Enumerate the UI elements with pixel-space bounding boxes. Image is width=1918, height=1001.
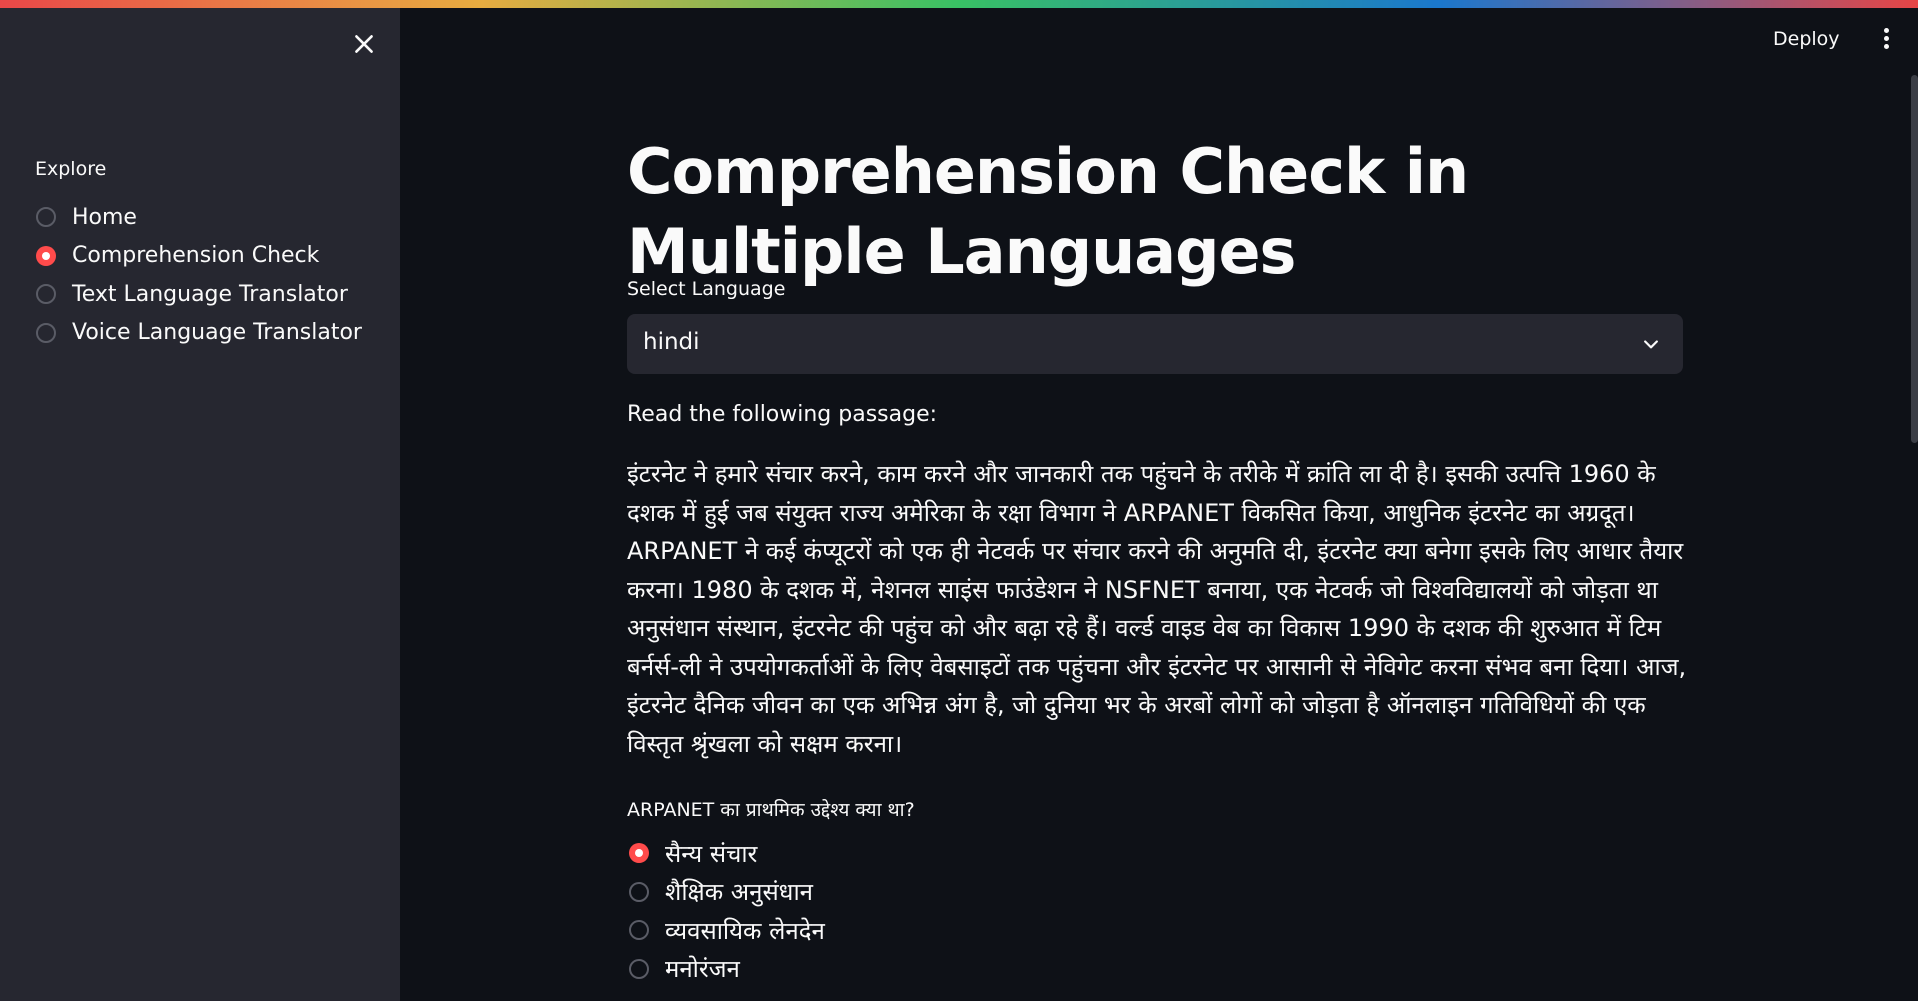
language-select[interactable]: hindi bbox=[627, 314, 1683, 374]
sidebar-item-home[interactable]: Home bbox=[36, 198, 362, 237]
answer-option-2[interactable]: शैक्षिक अनुसंधान bbox=[629, 873, 825, 912]
sidebar-section-label: Explore bbox=[35, 158, 107, 180]
kebab-menu-icon[interactable] bbox=[1880, 28, 1892, 52]
answer-option-1[interactable]: सैन्य संचार bbox=[629, 834, 825, 873]
sidebar-item-text-language-translator[interactable]: Text Language Translator bbox=[36, 275, 362, 314]
question-text: ARPANET का प्राथमिक उद्देश्य क्या था? bbox=[627, 799, 915, 821]
sidebar-nav-radio-group: Home Comprehension Check Text Language T… bbox=[36, 198, 362, 352]
sidebar-item-voice-language-translator[interactable]: Voice Language Translator bbox=[36, 314, 362, 353]
close-sidebar-button[interactable] bbox=[351, 31, 377, 57]
answer-option-label: मनोरंजन bbox=[665, 955, 740, 984]
answer-option-label: व्यवसायिक लेनदेन bbox=[665, 916, 825, 945]
vertical-scrollbar[interactable] bbox=[1911, 75, 1918, 443]
radio-unselected-icon[interactable] bbox=[629, 881, 649, 902]
sidebar-item-comprehension-check[interactable]: Comprehension Check bbox=[36, 237, 362, 276]
answer-option-label: शैक्षिक अनुसंधान bbox=[665, 878, 813, 907]
passage-text: इंटरनेट ने हमारे संचार करने, काम करने और… bbox=[627, 460, 1687, 758]
select-language-label: Select Language bbox=[627, 278, 786, 300]
radio-unselected-icon[interactable] bbox=[629, 958, 649, 979]
radio-unselected-icon[interactable] bbox=[629, 920, 649, 941]
deploy-button[interactable]: Deploy bbox=[1773, 28, 1840, 50]
language-select-value: hindi bbox=[643, 329, 700, 355]
close-icon bbox=[355, 35, 373, 53]
answer-option-4[interactable]: मनोरंजन bbox=[629, 950, 825, 989]
passage-label: Read the following passage: bbox=[627, 402, 938, 427]
sidebar-item-label: Comprehension Check bbox=[72, 243, 320, 269]
sidebar-item-label: Text Language Translator bbox=[72, 281, 348, 307]
radio-unselected-icon[interactable] bbox=[36, 322, 56, 343]
page-title: Comprehension Check in Multiple Language… bbox=[627, 134, 1469, 288]
answer-radio-group: सैन्य संचार शैक्षिक अनुसंधान व्यवसायिक ल… bbox=[629, 834, 825, 988]
radio-unselected-icon[interactable] bbox=[36, 284, 56, 305]
radio-selected-icon[interactable] bbox=[36, 245, 56, 266]
radio-unselected-icon[interactable] bbox=[36, 207, 56, 228]
answer-option-3[interactable]: व्यवसायिक लेनदेन bbox=[629, 911, 825, 950]
top-decoration-bar bbox=[0, 0, 1918, 8]
sidebar-item-label: Voice Language Translator bbox=[72, 320, 362, 346]
sidebar-item-label: Home bbox=[72, 204, 137, 230]
radio-selected-icon[interactable] bbox=[629, 843, 649, 864]
sidebar: Explore Home Comprehension Check Text La… bbox=[0, 0, 400, 1001]
chevron-down-icon bbox=[1644, 340, 1658, 349]
answer-option-label: सैन्य संचार bbox=[665, 839, 758, 868]
